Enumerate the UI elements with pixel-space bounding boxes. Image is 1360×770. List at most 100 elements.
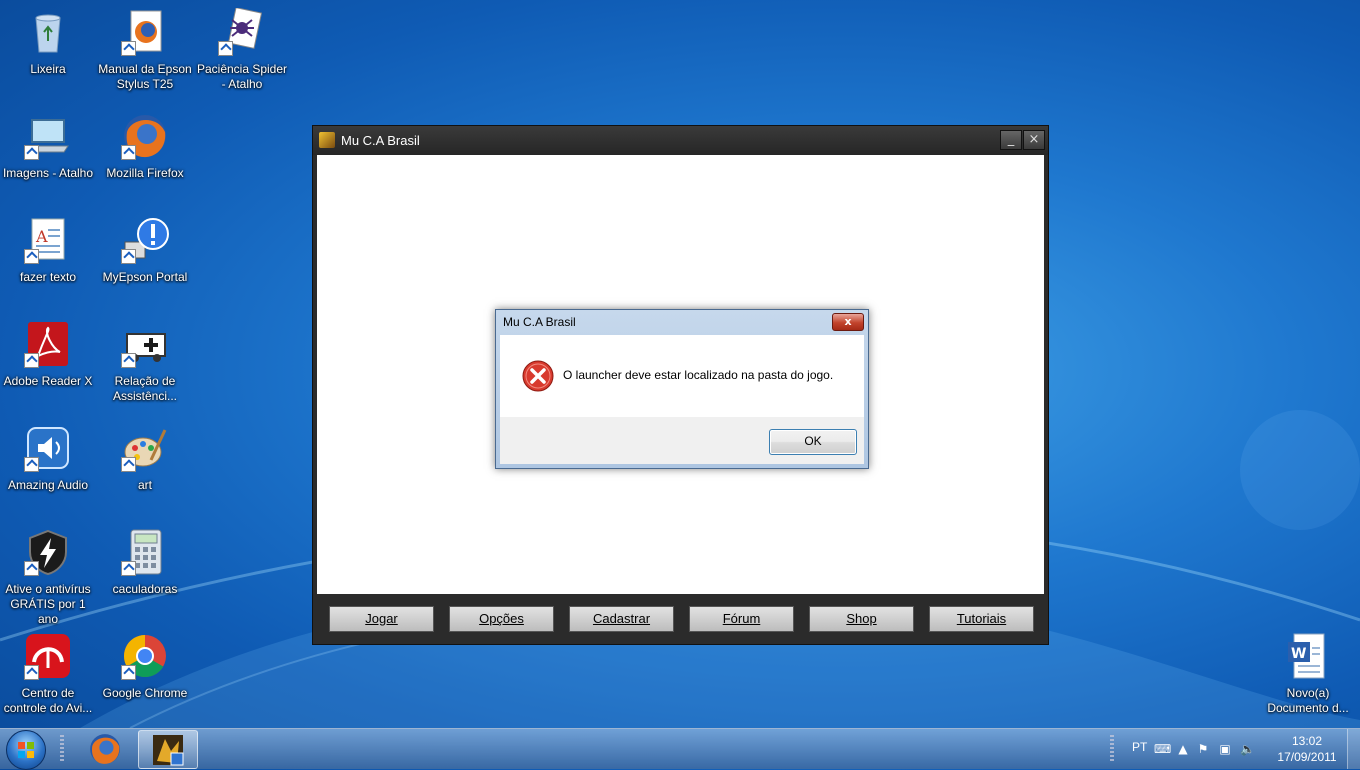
shortcut-arrow-icon bbox=[24, 145, 39, 160]
desktop-icon-label: Mozilla Firefox bbox=[106, 166, 184, 180]
taskbar-grip[interactable] bbox=[60, 735, 64, 763]
desktop-icon-novo-documento[interactable]: W Novo(a) Documento d... bbox=[1260, 632, 1356, 716]
lightning-shield-icon bbox=[24, 528, 72, 576]
system-tray: PT ⌨ ▲ ⚑ ▣ 🔈 13:02 17/09/2011 bbox=[1110, 729, 1360, 769]
network-icon[interactable]: ▣ bbox=[1218, 742, 1232, 756]
firefox-document-icon bbox=[121, 8, 169, 56]
dialog-close-button[interactable]: x bbox=[832, 313, 864, 331]
svg-text:W: W bbox=[1291, 646, 1306, 662]
desktop-icon-paciencia-spider[interactable]: Paciência Spider - Atalho bbox=[194, 7, 290, 92]
desktop-icon-label: Adobe Reader X bbox=[3, 374, 93, 388]
taskbar: PT ⌨ ▲ ⚑ ▣ 🔈 13:02 17/09/2011 bbox=[0, 728, 1360, 770]
desktop-icon-fazer-texto[interactable]: A fazer texto bbox=[0, 216, 96, 285]
taskbar-mu-launcher[interactable] bbox=[138, 730, 198, 769]
desktop-icon-label: Amazing Audio bbox=[7, 478, 89, 492]
desktop-icon-firefox[interactable]: Mozilla Firefox bbox=[97, 112, 193, 181]
desktop-icon-label: Google Chrome bbox=[102, 686, 188, 700]
shortcut-arrow-icon bbox=[121, 41, 136, 56]
forum-button[interactable]: Fórum bbox=[689, 606, 794, 632]
shortcut-arrow-icon bbox=[218, 41, 233, 56]
desktop-icon-chrome[interactable]: Google Chrome bbox=[97, 632, 193, 701]
pictures-laptop-icon bbox=[24, 112, 72, 160]
show-desktop-button[interactable] bbox=[1347, 729, 1360, 769]
adobe-reader-icon bbox=[24, 320, 72, 368]
desktop-icon-label: Novo(a) Documento d... bbox=[1267, 686, 1349, 715]
action-center-flag-icon[interactable]: ⚑ bbox=[1196, 742, 1210, 756]
calculator-icon bbox=[121, 528, 169, 576]
desktop-icon-label: Centro de controle do Avi... bbox=[3, 686, 93, 715]
shortcut-arrow-icon bbox=[121, 353, 136, 368]
desktop-icon-myepson[interactable]: MyEpson Portal bbox=[97, 216, 193, 285]
dialog-footer: OK bbox=[500, 417, 864, 464]
dialog-body: O launcher deve estar localizado na past… bbox=[500, 335, 864, 417]
mu-app-icon bbox=[319, 132, 335, 148]
paint-palette-icon bbox=[121, 424, 169, 472]
desktop-icon-label: Imagens - Atalho bbox=[2, 166, 94, 180]
shortcut-arrow-icon bbox=[24, 561, 39, 576]
desktop-icon-label: Manual da Epson Stylus T25 bbox=[98, 62, 192, 91]
dialog-message: O launcher deve estar localizado na past… bbox=[563, 368, 834, 382]
shortcut-arrow-icon bbox=[121, 145, 136, 160]
shortcut-arrow-icon bbox=[24, 457, 39, 472]
wordpad-document-icon: A bbox=[24, 216, 72, 264]
shortcut-arrow-icon bbox=[121, 665, 136, 680]
dialog-title: Mu C.A Brasil bbox=[503, 315, 576, 329]
show-hidden-icons-icon[interactable]: ▲ bbox=[1176, 742, 1190, 756]
taskbar-firefox[interactable] bbox=[76, 730, 134, 767]
minimize-button[interactable]: _ bbox=[1000, 130, 1022, 150]
clock-time: 13:02 bbox=[1291, 734, 1323, 748]
desktop-icon-caculadoras[interactable]: caculadoras bbox=[97, 528, 193, 597]
desktop-icon-amazing-audio[interactable]: Amazing Audio bbox=[0, 424, 96, 493]
launcher-title: Mu C.A Brasil bbox=[341, 133, 420, 148]
desktop-icon-manual-epson[interactable]: Manual da Epson Stylus T25 bbox=[97, 8, 193, 92]
desktop-icon-label: MyEpson Portal bbox=[102, 270, 188, 284]
error-icon bbox=[522, 360, 554, 392]
start-button[interactable] bbox=[6, 730, 46, 770]
word-document-icon: W bbox=[1284, 632, 1332, 680]
spider-solitaire-icon bbox=[218, 7, 266, 56]
recycle-bin-icon bbox=[24, 8, 72, 56]
desktop-icon-label: fazer texto bbox=[19, 270, 77, 284]
desktop-icon-label: caculadoras bbox=[112, 582, 178, 596]
desktop-icon-lixeira[interactable]: Lixeira bbox=[0, 8, 96, 77]
opcoes-button[interactable]: Opções bbox=[449, 606, 554, 632]
desktop-icon-relacao[interactable]: Relação de Assistênci... bbox=[97, 320, 193, 404]
tutoriais-button[interactable]: Tutoriais bbox=[929, 606, 1034, 632]
avira-umbrella-icon bbox=[24, 632, 72, 680]
info-exclamation-icon bbox=[121, 216, 169, 264]
keyboard-icon[interactable]: ⌨ bbox=[1154, 742, 1171, 756]
windows-logo-icon bbox=[18, 742, 34, 758]
desktop-icon-avira[interactable]: Centro de controle do Avi... bbox=[0, 632, 96, 716]
speaker-icon bbox=[24, 424, 72, 472]
firefox-icon bbox=[90, 734, 120, 764]
desktop-icon-label: Ative o antivírus GRÁTIS por 1 ano bbox=[5, 582, 91, 626]
jogar-button[interactable]: Jogar bbox=[329, 606, 434, 632]
launcher-titlebar[interactable]: Mu C.A Brasil _ × bbox=[313, 126, 1048, 155]
shortcut-arrow-icon bbox=[121, 561, 136, 576]
error-dialog: Mu C.A Brasil x O launcher deve estar lo… bbox=[495, 309, 869, 469]
desktop-icon-antivirus[interactable]: Ative o antivírus GRÁTIS por 1 ano bbox=[0, 528, 96, 627]
clock[interactable]: 13:02 17/09/2011 bbox=[1270, 733, 1344, 765]
desktop-icon-label: Lixeira bbox=[30, 62, 66, 76]
cadastrar-button[interactable]: Cadastrar bbox=[569, 606, 674, 632]
shortcut-arrow-icon bbox=[121, 249, 136, 264]
launcher-button-bar: Jogar Opções Cadastrar Fórum Shop Tutori… bbox=[313, 604, 1048, 634]
chrome-icon bbox=[121, 632, 169, 680]
firefox-icon bbox=[121, 112, 169, 160]
volume-icon[interactable]: 🔈 bbox=[1240, 742, 1255, 756]
shortcut-arrow-icon bbox=[24, 665, 39, 680]
language-indicator[interactable]: PT bbox=[1132, 740, 1147, 754]
desktop-icon-adobe-reader[interactable]: Adobe Reader X bbox=[0, 320, 96, 389]
shortcut-arrow-icon bbox=[24, 353, 39, 368]
svg-text:A: A bbox=[35, 227, 48, 246]
clock-date: 17/09/2011 bbox=[1277, 750, 1337, 764]
shortcut-arrow-icon bbox=[121, 457, 136, 472]
tray-grip[interactable] bbox=[1110, 735, 1114, 763]
desktop-icon-art[interactable]: art bbox=[97, 424, 193, 493]
ambulance-icon bbox=[121, 320, 169, 368]
close-button[interactable]: × bbox=[1023, 130, 1045, 150]
desktop-icon-label: Relação de Assistênci... bbox=[112, 374, 178, 403]
desktop-icon-imagens[interactable]: Imagens - Atalho bbox=[0, 112, 96, 181]
shop-button[interactable]: Shop bbox=[809, 606, 914, 632]
ok-button[interactable]: OK bbox=[769, 429, 857, 455]
